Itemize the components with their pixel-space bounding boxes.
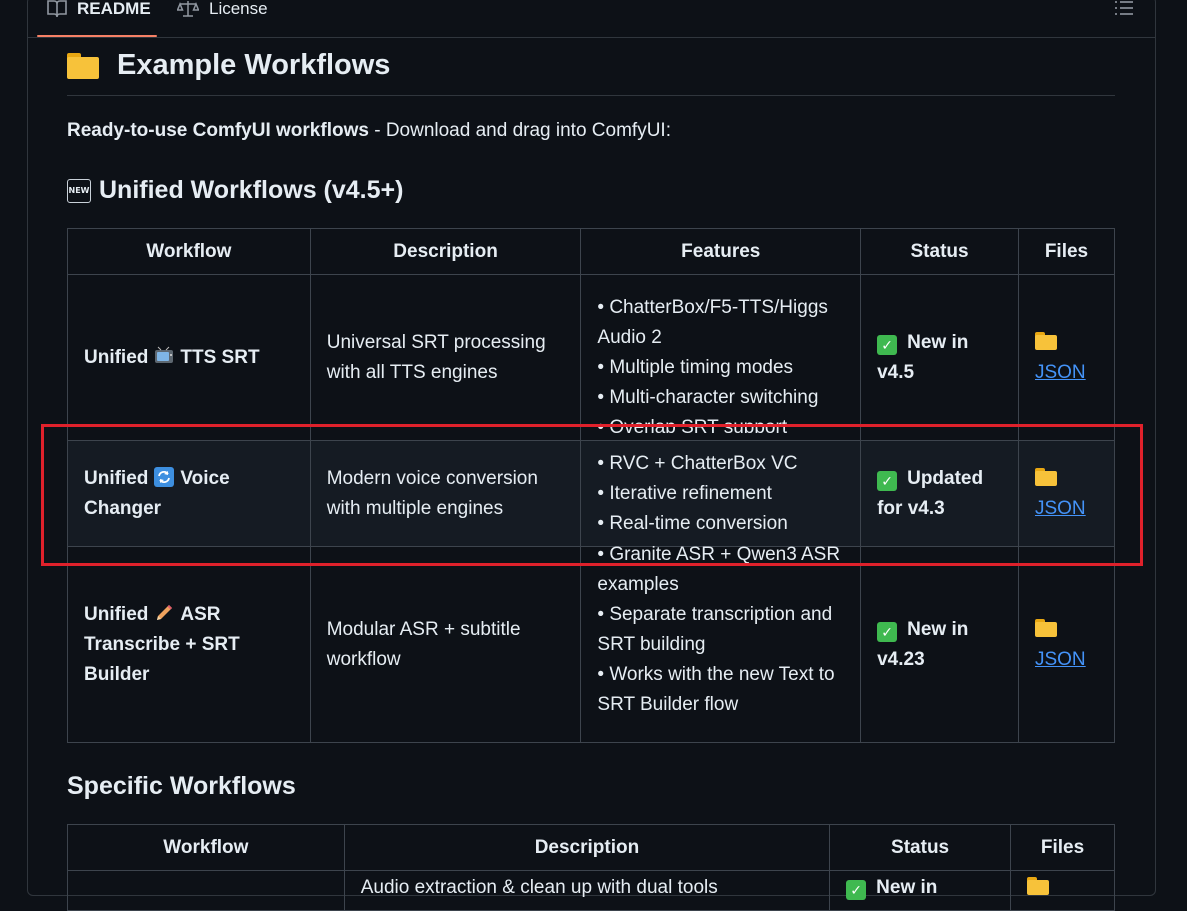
files-cell (1010, 870, 1115, 911)
book-icon (47, 0, 77, 23)
workflow-cell: Unified Voice Changer (67, 440, 311, 547)
new-badge-icon: NEW (67, 178, 91, 203)
json-link[interactable]: JSON (1035, 362, 1086, 383)
workflow-name: TTS SRT (180, 346, 260, 368)
features-cell: • Granite ASR + Qwen3 ASR examples • Sep… (580, 544, 862, 743)
column-header: Status (829, 824, 1012, 871)
table-row: Unified Voice Changer Modern voice conver… (67, 440, 1116, 547)
feature-item: • Iterative refinement (597, 482, 772, 504)
files-cell: JSON (1017, 440, 1116, 547)
folder-icon (1034, 618, 1057, 637)
page-title: Example Workflows (67, 48, 1115, 96)
status-cell: ✓ New in v4.5 (860, 274, 1019, 441)
json-link[interactable]: JSON (1035, 649, 1086, 670)
intro-text: Ready-to-use ComfyUI workflows - Downloa… (67, 120, 671, 142)
status-cell: ✓ New in (829, 870, 1012, 911)
check-icon: ✓ (877, 334, 898, 355)
intro-bold: Ready-to-use ComfyUI workflows (67, 120, 369, 141)
column-header: Description (343, 824, 831, 871)
active-tab-indicator (37, 35, 157, 37)
json-link[interactable]: JSON (1035, 498, 1086, 519)
folder-icon (67, 52, 99, 79)
folder-icon (1034, 467, 1057, 486)
description-cell: Modular ASR + subtitle workflow (309, 546, 582, 743)
features-cell: • ChatterBox/F5-TTS/Higgs Audio 2 • Mult… (580, 274, 862, 441)
unified-workflows-heading: NEW Unified Workflows (v4.5+) (67, 176, 403, 205)
unified-workflows-title: Unified Workflows (v4.5+) (99, 176, 404, 204)
features-cell: • RVC + ChatterBox VC • Iterative refine… (580, 440, 862, 547)
specific-workflows-title: Specific Workflows (67, 772, 296, 800)
column-header: Description (309, 228, 582, 275)
status-cell: ✓ New in v4.23 (860, 546, 1019, 743)
description-cell: Modern voice conversion with multiple en… (309, 440, 582, 547)
feature-item: • Multi-character switching (597, 386, 819, 408)
status-cell: ✓ Updated for v4.3 (860, 440, 1019, 547)
table-row: Unified TTS SRT Universal SRT processing … (67, 274, 1116, 441)
feature-item: • Works with the new Text to SRT Builder… (597, 663, 835, 715)
tab-license[interactable]: License (176, 0, 268, 38)
folder-icon (1034, 331, 1057, 350)
feature-item: • Overlap SRT support (597, 416, 788, 433)
description-text: Audio extraction & clean up with dual to… (360, 877, 718, 898)
tv-icon (154, 346, 174, 366)
table-row: Unified ASR Transcribe + SRT Builder Modu… (67, 544, 1116, 743)
feature-item: • Multiple timing modes (597, 356, 794, 378)
workflow-name: Unified (84, 346, 149, 368)
status-text: New in (876, 877, 938, 898)
feature-item: • ChatterBox/F5-TTS/Higgs Audio 2 (597, 296, 828, 348)
column-header: Files (1010, 824, 1115, 871)
description-cell: Universal SRT processing with all TTS en… (309, 274, 582, 441)
unified-workflows-table: Workflow Description Features Status Fil… (67, 228, 1116, 743)
workflow-cell: Unified ASR Transcribe + SRT Builder (67, 546, 311, 743)
tab-readme[interactable]: README (47, 0, 151, 38)
page-title-text: Example Workflows (117, 49, 391, 81)
feature-item: • RVC + ChatterBox VC (597, 452, 798, 474)
specific-workflows-heading: Specific Workflows (67, 772, 296, 801)
column-header: Features (580, 228, 862, 275)
table-row: Audio extraction & clean up with dual to… (67, 870, 1115, 911)
outline-button[interactable] (1114, 0, 1134, 21)
check-icon: ✓ (846, 880, 867, 900)
column-header: Workflow (67, 824, 345, 871)
check-icon: ✓ (877, 470, 898, 491)
table-header-row: Workflow Description Features Status Fil… (67, 228, 1116, 275)
feature-item: • Separate transcription and SRT buildin… (597, 603, 833, 655)
pencil-icon (154, 603, 174, 623)
workflow-cell (67, 870, 345, 911)
intro-rest: - Download and drag into ComfyUI: (368, 120, 671, 141)
tab-license-label: License (209, 0, 268, 18)
folder-icon (1027, 877, 1050, 895)
list-icon (1114, 1, 1134, 20)
scale-icon (176, 0, 209, 23)
feature-item: • Real-time conversion (597, 512, 788, 534)
files-cell: JSON (1017, 546, 1116, 743)
column-header: Files (1017, 228, 1116, 275)
specific-workflows-table: Workflow Description Status Files Audio … (67, 824, 1115, 911)
column-header: Workflow (67, 228, 311, 275)
feature-item: • Granite ASR + Qwen3 ASR examples (597, 543, 841, 595)
tab-readme-label: README (77, 0, 151, 18)
description-cell: Audio extraction & clean up with dual to… (343, 870, 831, 911)
workflow-cell: Unified TTS SRT (67, 274, 311, 441)
workflow-name: Unified (84, 467, 149, 489)
check-icon: ✓ (877, 621, 898, 642)
cycle-icon (154, 466, 175, 487)
files-cell: JSON (1017, 274, 1116, 441)
column-header: Status (860, 228, 1019, 275)
table-header-row: Workflow Description Status Files (67, 824, 1115, 871)
workflow-name: Unified (84, 603, 149, 625)
